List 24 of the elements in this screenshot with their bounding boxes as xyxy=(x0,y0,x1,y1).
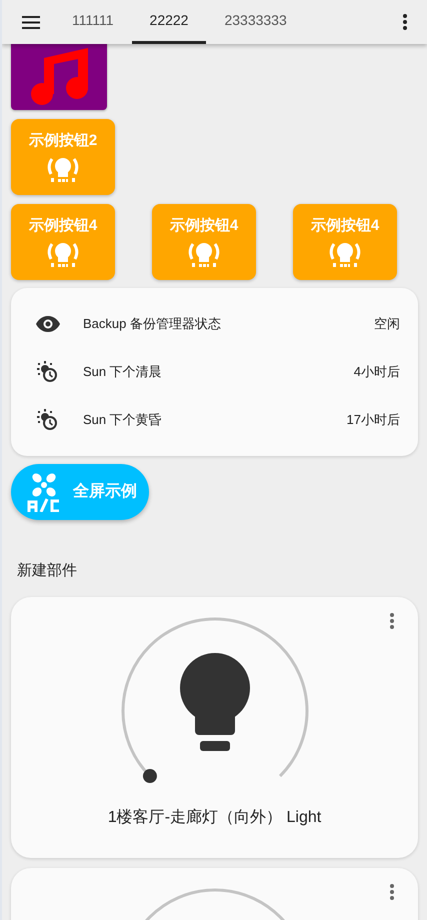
entity-state: 17小时后 xyxy=(346,411,400,430)
fan-ac-icon xyxy=(27,472,61,512)
sun-clock-icon xyxy=(36,409,58,431)
menu-icon[interactable] xyxy=(22,16,40,28)
entity-name[interactable]: Sun 下个黄昏 xyxy=(83,410,162,430)
tab[interactable]: 111111 xyxy=(54,0,132,44)
more-options-icon[interactable] xyxy=(403,14,407,30)
entity-state: 4小时后 xyxy=(354,363,400,382)
eye-icon xyxy=(36,316,60,332)
lightbulb-group-icon xyxy=(46,156,80,184)
dial-track[interactable] xyxy=(121,617,308,777)
entity-name[interactable]: Sun 下个清晨 xyxy=(83,362,162,382)
tab[interactable]: 23333333 xyxy=(206,0,305,44)
entity-state: 空闲 xyxy=(374,315,400,334)
section-title: 新建部件 xyxy=(17,561,78,581)
light-name: 1楼客厅-走廊灯（向外） Light xyxy=(108,808,322,828)
tab[interactable]: 22222 xyxy=(132,0,206,44)
lightbulb-group-icon xyxy=(46,241,80,270)
lightbulb-icon[interactable] xyxy=(180,652,250,750)
dial-thumb[interactable] xyxy=(142,768,156,783)
lightbulb-group-icon xyxy=(328,241,362,270)
sun-clock-icon xyxy=(36,361,58,383)
lightbulb-group-icon xyxy=(187,241,221,270)
entity-name[interactable]: Backup 备份管理器状态 xyxy=(83,314,221,334)
